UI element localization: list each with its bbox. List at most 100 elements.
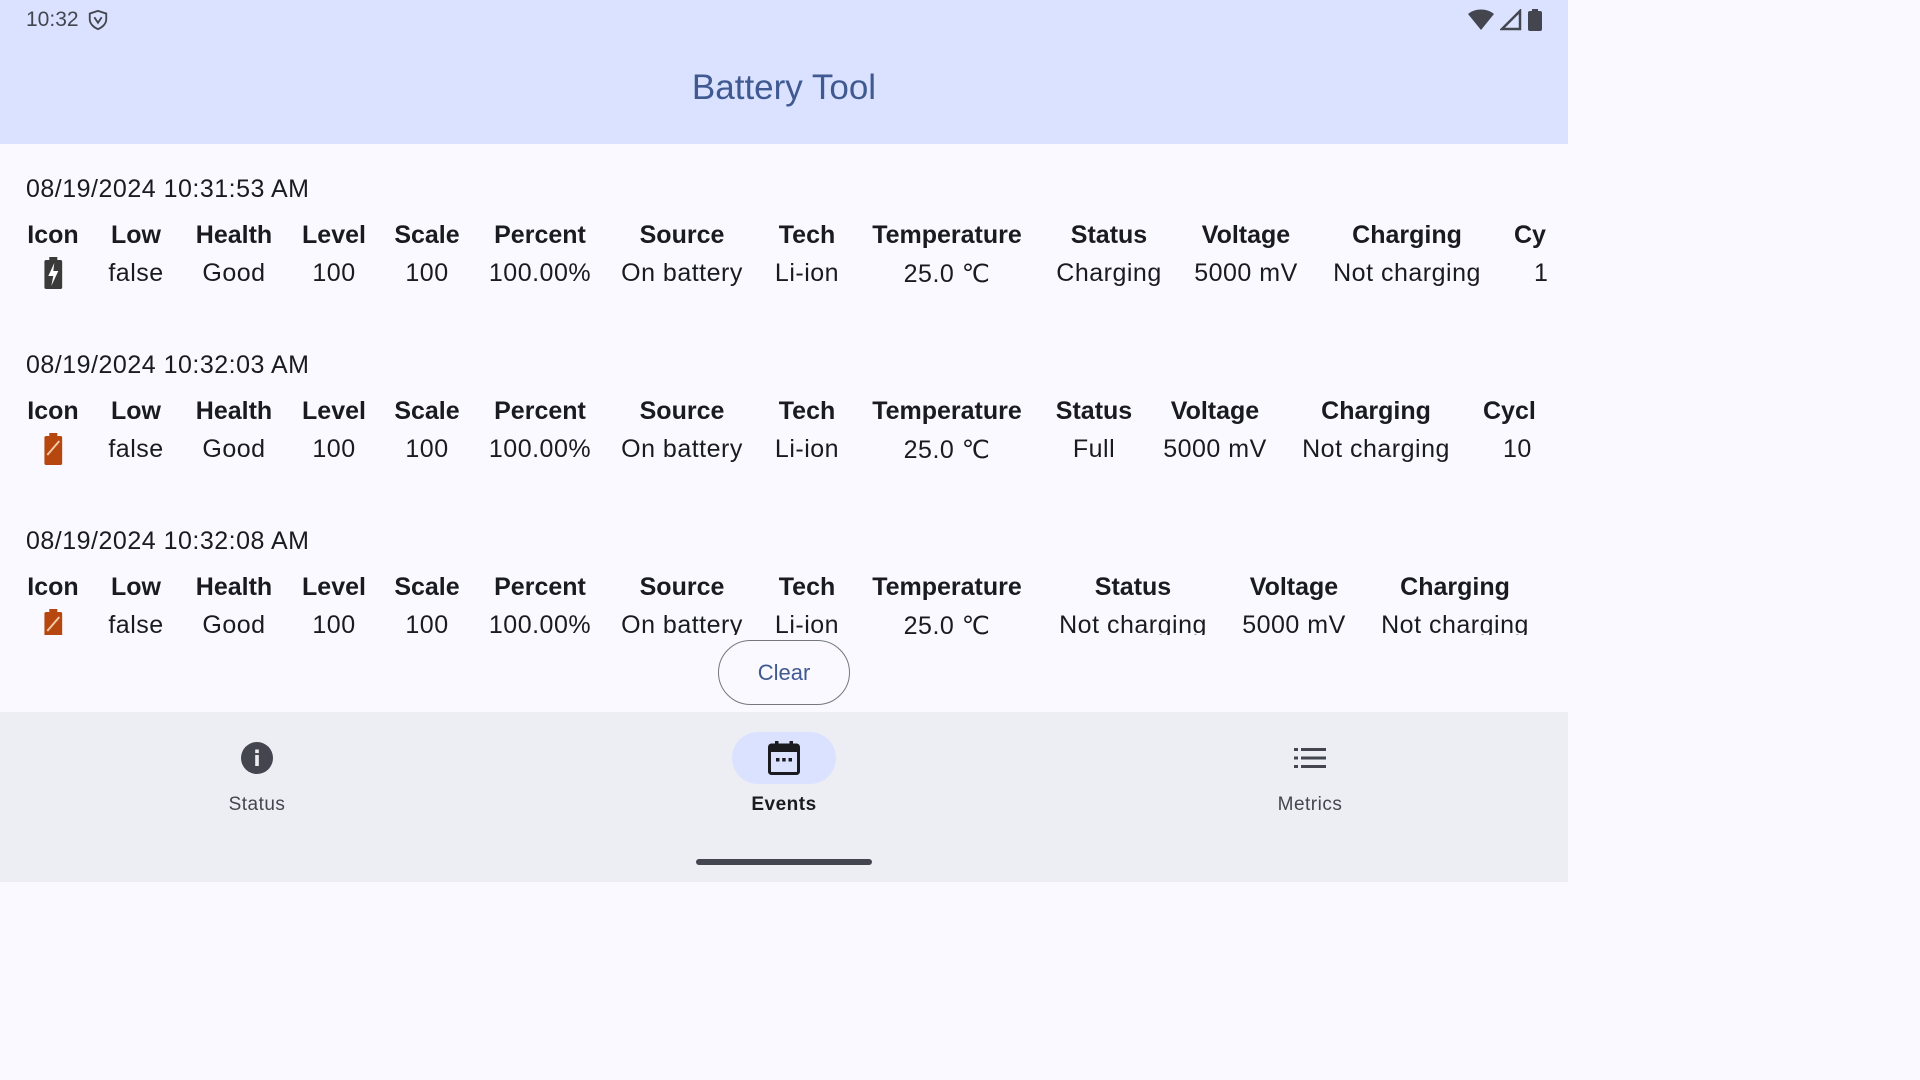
col-health: Health Good [196, 397, 272, 464]
value-voltage: 5000 mV [1242, 611, 1346, 635]
gesture-handle[interactable] [696, 859, 872, 865]
nav-item-status[interactable]: Status [177, 732, 337, 816]
value-tech: Li-ion [774, 611, 840, 635]
col-level: Level 100 [302, 221, 366, 288]
list-icon [1294, 748, 1326, 768]
clear-button[interactable]: Clear [718, 640, 850, 705]
header-percent: Percent [494, 397, 586, 425]
col-charging: Charging Not charging [1381, 573, 1529, 635]
col-voltage: Voltage 5000 mV [1163, 397, 1267, 464]
value-level: 100 [312, 259, 356, 287]
col-temperature: Temperature 25.0 ℃ [872, 221, 1022, 289]
col-charging: Charging Not charging [1333, 221, 1481, 288]
value-percent: 100.00% [488, 611, 592, 635]
header-charging: Charging [1321, 397, 1431, 425]
header-tech: Tech [778, 397, 836, 425]
col-temperature: Temperature 25.0 ℃ [872, 573, 1022, 635]
battery-full-icon [44, 609, 62, 635]
value-health: Good [202, 435, 266, 463]
value-cycle: 10 [1503, 435, 1532, 463]
status-bar-right [1468, 9, 1542, 31]
col-percent: Percent 100.00% [489, 573, 591, 635]
header-temperature: Temperature [872, 397, 1022, 425]
value-level: 100 [312, 611, 356, 635]
app-bar: Battery Tool [0, 40, 1568, 144]
vpn-shield-icon [88, 9, 107, 31]
col-cycle: Cy 1 [1514, 221, 1548, 288]
value-charging: Not charging [1333, 259, 1481, 287]
value-temperature: 25.0 ℃ [903, 612, 991, 635]
value-low: false [108, 611, 164, 635]
value-low: false [108, 259, 164, 287]
col-scale: Scale 100 [394, 221, 459, 288]
col-charging: Charging Not charging [1302, 397, 1450, 464]
value-temperature: 25.0 ℃ [903, 260, 991, 288]
nav-item-metrics[interactable]: Metrics [1230, 732, 1390, 816]
col-temperature: Temperature 25.0 ℃ [872, 397, 1022, 465]
value-scale: 100 [405, 435, 449, 463]
col-voltage: Voltage 5000 mV [1194, 221, 1298, 288]
col-status: Status Charging [1056, 221, 1161, 288]
header-tech: Tech [778, 221, 836, 249]
col-scale: Scale 100 [394, 397, 459, 464]
value-health: Good [202, 259, 266, 287]
header-charging: Charging [1352, 221, 1462, 249]
col-low: Low false [108, 573, 163, 635]
value-voltage: 5000 mV [1194, 259, 1298, 287]
value-status: Charging [1056, 259, 1162, 287]
value-status: Not charging [1059, 611, 1207, 635]
cell-signal-icon [1500, 9, 1522, 31]
header-voltage: Voltage [1170, 397, 1260, 425]
events-list[interactable]: 08/19/2024 10:31:53 AM Icon Low false He… [0, 144, 1568, 635]
status-bar: 10:32 [0, 0, 1568, 40]
header-voltage: Voltage [1249, 573, 1339, 601]
value-scale: 100 [405, 611, 449, 635]
header-level: Level [302, 397, 366, 425]
col-percent: Percent 100.00% [489, 221, 591, 288]
event-item: 08/19/2024 10:31:53 AM Icon Low false He… [0, 175, 1568, 315]
event-item: 08/19/2024 10:32:03 AM Icon Low false He… [0, 351, 1568, 491]
header-cycle: Cycl [1483, 397, 1536, 425]
col-percent: Percent 100.00% [489, 397, 591, 464]
nav-pill-metrics [1258, 732, 1362, 784]
header-voltage: Voltage [1201, 221, 1291, 249]
header-low: Low [111, 397, 161, 425]
header-tech: Tech [778, 573, 836, 601]
col-tech: Tech Li-ion [775, 221, 839, 288]
col-icon: Icon [27, 573, 79, 635]
header-icon: Icon [27, 221, 79, 249]
header-scale: Scale [394, 221, 460, 249]
value-status: Full [1072, 435, 1116, 463]
value-charging: Not charging [1381, 611, 1529, 635]
header-level: Level [302, 221, 366, 249]
value-cycle: 1 [1534, 259, 1549, 287]
event-timestamp: 08/19/2024 10:32:03 AM [26, 351, 310, 379]
col-icon: Icon [27, 221, 79, 289]
bottom-navigation: Status Events Metrics [0, 712, 1568, 882]
battery-charging-icon [44, 257, 62, 289]
wifi-icon [1468, 9, 1494, 30]
header-status: Status [1070, 221, 1148, 249]
nav-label-events: Events [751, 794, 817, 815]
value-tech: Li-ion [774, 259, 840, 287]
header-temperature: Temperature [872, 221, 1022, 249]
col-source: Source On battery [621, 573, 743, 635]
header-source: Source [639, 397, 725, 425]
nav-item-events[interactable]: Events [704, 732, 864, 816]
col-source: Source On battery [621, 221, 743, 288]
battery-status-icon [1528, 9, 1542, 31]
event-timestamp: 08/19/2024 10:32:08 AM [26, 527, 310, 555]
nav-label-metrics: Metrics [1277, 794, 1343, 815]
value-source: On battery [621, 259, 743, 287]
col-health: Health Good [196, 221, 272, 288]
nav-pill-events [732, 732, 836, 784]
value-percent: 100.00% [488, 435, 592, 463]
header-percent: Percent [494, 221, 586, 249]
value-temperature: 25.0 ℃ [903, 436, 991, 464]
value-health: Good [202, 611, 266, 635]
header-source: Source [639, 221, 725, 249]
nav-label-status: Status [228, 794, 286, 815]
col-scale: Scale 100 [394, 573, 459, 635]
value-level: 100 [312, 435, 356, 463]
header-low: Low [111, 221, 161, 249]
